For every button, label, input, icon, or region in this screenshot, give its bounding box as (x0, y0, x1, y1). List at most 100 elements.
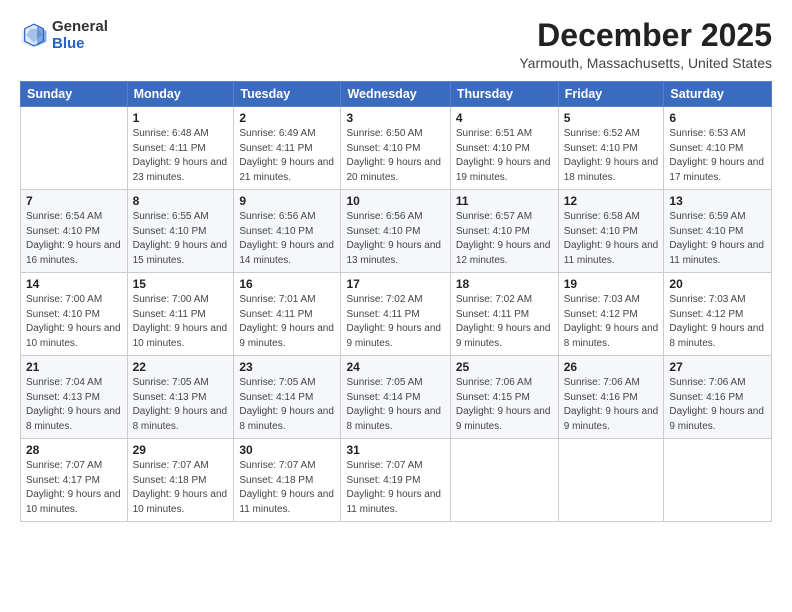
calendar-cell: 7 Sunrise: 6:54 AMSunset: 4:10 PMDaylight… (21, 190, 128, 273)
day-info: Sunrise: 6:48 AMSunset: 4:11 PMDaylight:… (133, 127, 229, 185)
day-info: Sunrise: 7:07 AMSunset: 4:18 PMDaylight:… (239, 459, 335, 517)
logo-icon (20, 21, 48, 49)
day-number: 1 (133, 111, 229, 125)
day-info: Sunrise: 7:07 AMSunset: 4:19 PMDaylight:… (346, 459, 444, 517)
calendar-cell: 20 Sunrise: 7:03 AMSunset: 4:12 PMDayligh… (664, 273, 772, 356)
calendar-cell: 10Sunrise: 6:56 AMSunset: 4:10 PMDayligh… (341, 190, 450, 273)
day-number: 20 (669, 277, 766, 291)
column-header-monday: Monday (127, 82, 234, 107)
calendar-cell: 5 Sunrise: 6:52 AMSunset: 4:10 PMDaylight… (558, 107, 664, 190)
day-info: Sunrise: 6:55 AMSunset: 4:10 PMDaylight:… (133, 210, 229, 268)
day-number: 7 (26, 194, 122, 208)
calendar-cell (558, 439, 664, 522)
calendar-cell: 28 Sunrise: 7:07 AMSunset: 4:17 PMDayligh… (21, 439, 128, 522)
calendar-cell: 13 Sunrise: 6:59 AMSunset: 4:10 PMDayligh… (664, 190, 772, 273)
calendar-cell: 15Sunrise: 7:00 AMSunset: 4:11 PMDayligh… (127, 273, 234, 356)
day-number: 12 (564, 194, 659, 208)
calendar-cell: 27 Sunrise: 7:06 AMSunset: 4:16 PMDayligh… (664, 356, 772, 439)
title-area: December 2025 Yarmouth, Massachusetts, U… (519, 18, 772, 71)
day-info: Sunrise: 7:07 AMSunset: 4:17 PMDaylight:… (26, 459, 122, 517)
day-info: Sunrise: 7:03 AMSunset: 4:12 PMDaylight:… (564, 293, 659, 351)
day-number: 4 (456, 111, 553, 125)
calendar-cell: 26 Sunrise: 7:06 AMSunset: 4:16 PMDayligh… (558, 356, 664, 439)
day-number: 18 (456, 277, 553, 291)
day-info: Sunrise: 7:05 AMSunset: 4:14 PMDaylight:… (239, 376, 335, 434)
day-number: 28 (26, 443, 122, 457)
day-info: Sunrise: 7:06 AMSunset: 4:16 PMDaylight:… (669, 376, 766, 434)
day-number: 2 (239, 111, 335, 125)
calendar-cell: 4 Sunrise: 6:51 AMSunset: 4:10 PMDaylight… (450, 107, 558, 190)
day-info: Sunrise: 6:57 AMSunset: 4:10 PMDaylight:… (456, 210, 553, 268)
column-header-sunday: Sunday (21, 82, 128, 107)
header: General Blue December 2025 Yarmouth, Mas… (20, 18, 772, 71)
calendar-cell: 31Sunrise: 7:07 AMSunset: 4:19 PMDayligh… (341, 439, 450, 522)
calendar-cell (21, 107, 128, 190)
calendar-cell: 24 Sunrise: 7:05 AMSunset: 4:14 PMDayligh… (341, 356, 450, 439)
day-info: Sunrise: 7:07 AMSunset: 4:18 PMDaylight:… (133, 459, 229, 517)
calendar-header-row: SundayMondayTuesdayWednesdayThursdayFrid… (21, 82, 772, 107)
day-number: 24 (346, 360, 444, 374)
calendar-cell: 23 Sunrise: 7:05 AMSunset: 4:14 PMDayligh… (234, 356, 341, 439)
day-number: 27 (669, 360, 766, 374)
day-info: Sunrise: 7:06 AMSunset: 4:16 PMDaylight:… (564, 376, 659, 434)
calendar: SundayMondayTuesdayWednesdayThursdayFrid… (20, 81, 772, 522)
day-number: 13 (669, 194, 766, 208)
day-number: 30 (239, 443, 335, 457)
calendar-cell: 25 Sunrise: 7:06 AMSunset: 4:15 PMDayligh… (450, 356, 558, 439)
day-info: Sunrise: 6:56 AMSunset: 4:10 PMDaylight:… (239, 210, 335, 268)
calendar-week-2: 7 Sunrise: 6:54 AMSunset: 4:10 PMDaylight… (21, 190, 772, 273)
calendar-cell: 16Sunrise: 7:01 AMSunset: 4:11 PMDayligh… (234, 273, 341, 356)
calendar-cell: 21 Sunrise: 7:04 AMSunset: 4:13 PMDayligh… (21, 356, 128, 439)
calendar-cell: 11 Sunrise: 6:57 AMSunset: 4:10 PMDayligh… (450, 190, 558, 273)
calendar-cell: 3 Sunrise: 6:50 AMSunset: 4:10 PMDaylight… (341, 107, 450, 190)
day-info: Sunrise: 6:52 AMSunset: 4:10 PMDaylight:… (564, 127, 659, 185)
day-number: 26 (564, 360, 659, 374)
calendar-cell (664, 439, 772, 522)
day-number: 21 (26, 360, 122, 374)
day-info: Sunrise: 6:59 AMSunset: 4:10 PMDaylight:… (669, 210, 766, 268)
calendar-week-5: 28 Sunrise: 7:07 AMSunset: 4:17 PMDayligh… (21, 439, 772, 522)
day-info: Sunrise: 6:50 AMSunset: 4:10 PMDaylight:… (346, 127, 444, 185)
day-info: Sunrise: 7:03 AMSunset: 4:12 PMDaylight:… (669, 293, 766, 351)
calendar-cell: 8 Sunrise: 6:55 AMSunset: 4:10 PMDaylight… (127, 190, 234, 273)
day-info: Sunrise: 7:04 AMSunset: 4:13 PMDaylight:… (26, 376, 122, 434)
day-info: Sunrise: 7:05 AMSunset: 4:14 PMDaylight:… (346, 376, 444, 434)
day-number: 11 (456, 194, 553, 208)
day-info: Sunrise: 6:49 AMSunset: 4:11 PMDaylight:… (239, 127, 335, 185)
calendar-cell: 6Sunrise: 6:53 AMSunset: 4:10 PMDaylight… (664, 107, 772, 190)
location-title: Yarmouth, Massachusetts, United States (519, 55, 772, 71)
calendar-cell: 17 Sunrise: 7:02 AMSunset: 4:11 PMDayligh… (341, 273, 450, 356)
day-number: 25 (456, 360, 553, 374)
day-info: Sunrise: 7:01 AMSunset: 4:11 PMDaylight:… (239, 293, 335, 351)
day-info: Sunrise: 7:05 AMSunset: 4:13 PMDaylight:… (133, 376, 229, 434)
day-number: 17 (346, 277, 444, 291)
day-number: 5 (564, 111, 659, 125)
logo: General Blue (20, 18, 108, 53)
day-number: 23 (239, 360, 335, 374)
calendar-cell: 29Sunrise: 7:07 AMSunset: 4:18 PMDayligh… (127, 439, 234, 522)
day-number: 9 (239, 194, 335, 208)
column-header-thursday: Thursday (450, 82, 558, 107)
day-number: 15 (133, 277, 229, 291)
day-info: Sunrise: 6:53 AMSunset: 4:10 PMDaylight:… (669, 127, 766, 185)
calendar-cell (450, 439, 558, 522)
day-number: 22 (133, 360, 229, 374)
column-header-tuesday: Tuesday (234, 82, 341, 107)
day-info: Sunrise: 7:06 AMSunset: 4:15 PMDaylight:… (456, 376, 553, 434)
calendar-week-1: 1 Sunrise: 6:48 AMSunset: 4:11 PMDaylight… (21, 107, 772, 190)
calendar-cell: 30 Sunrise: 7:07 AMSunset: 4:18 PMDayligh… (234, 439, 341, 522)
day-info: Sunrise: 7:02 AMSunset: 4:11 PMDaylight:… (346, 293, 444, 351)
calendar-cell: 19 Sunrise: 7:03 AMSunset: 4:12 PMDayligh… (558, 273, 664, 356)
calendar-week-3: 14Sunrise: 7:00 AMSunset: 4:10 PMDayligh… (21, 273, 772, 356)
calendar-cell: 1 Sunrise: 6:48 AMSunset: 4:11 PMDaylight… (127, 107, 234, 190)
day-number: 8 (133, 194, 229, 208)
calendar-cell: 12Sunrise: 6:58 AMSunset: 4:10 PMDayligh… (558, 190, 664, 273)
calendar-cell: 18Sunrise: 7:02 AMSunset: 4:11 PMDayligh… (450, 273, 558, 356)
column-header-wednesday: Wednesday (341, 82, 450, 107)
day-number: 19 (564, 277, 659, 291)
day-number: 3 (346, 111, 444, 125)
day-info: Sunrise: 6:51 AMSunset: 4:10 PMDaylight:… (456, 127, 553, 185)
day-info: Sunrise: 6:54 AMSunset: 4:10 PMDaylight:… (26, 210, 122, 268)
calendar-week-4: 21 Sunrise: 7:04 AMSunset: 4:13 PMDayligh… (21, 356, 772, 439)
logo-text: General Blue (52, 18, 108, 53)
